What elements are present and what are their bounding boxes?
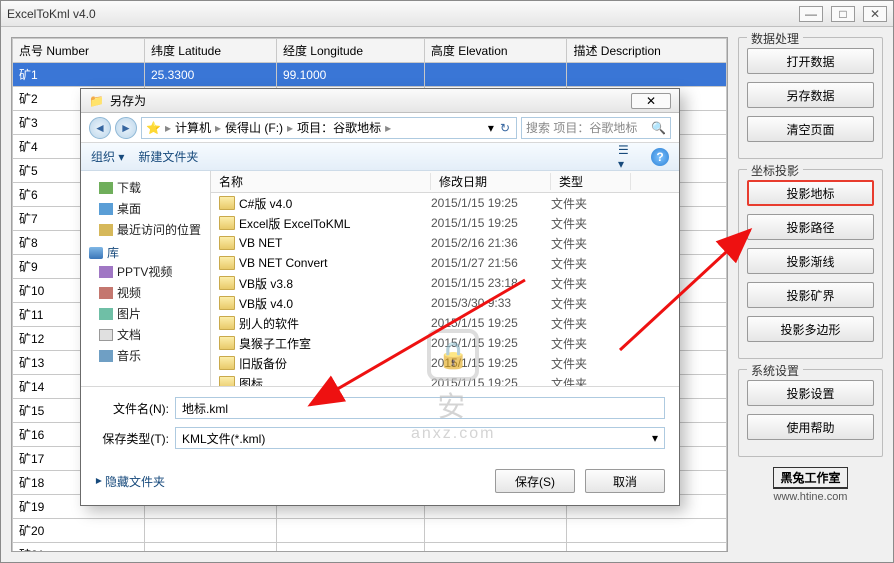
folder-icon: 📁 xyxy=(89,94,104,108)
hide-folders-toggle[interactable]: ▾隐藏文件夹 xyxy=(95,473,165,490)
panel-button[interactable]: 清空页面 xyxy=(747,116,874,142)
file-row[interactable]: 别人的软件2015/1/15 19:25文件夹 xyxy=(211,313,679,333)
filename-label: 文件名(N): xyxy=(95,400,175,417)
panel-button[interactable]: 投影多边形 xyxy=(747,316,874,342)
col-name-header[interactable]: 名称 xyxy=(211,173,431,190)
image-icon xyxy=(99,308,113,320)
folder-tree[interactable]: 下载 桌面 最近访问的位置 库 PPTV视频 视频 图片 文档 音乐 xyxy=(81,171,211,386)
dialog-close-button[interactable]: ✕ xyxy=(631,93,671,109)
right-panel: 数据处理 打开数据另存数据清空页面 坐标投影 投影地标投影路径投影渐线投影矿界投… xyxy=(738,27,893,562)
folder-icon xyxy=(219,276,235,290)
panel-button[interactable]: 投影设置 xyxy=(747,380,874,406)
breadcrumb-seg[interactable]: 项目：谷歌地标 xyxy=(297,119,381,136)
library-icon xyxy=(89,247,103,259)
dialog-titlebar: 📁 另存为 ✕ xyxy=(81,89,679,113)
grid-header[interactable]: 点号 Number xyxy=(13,39,145,63)
table-row[interactable]: 矿20 xyxy=(13,519,727,543)
desktop-icon xyxy=(99,203,113,215)
filename-input[interactable]: 地标.kml xyxy=(175,397,665,419)
filetype-select[interactable]: KML文件(*.kml)▾ xyxy=(175,427,665,449)
grid-header[interactable]: 纬度 Latitude xyxy=(144,39,276,63)
breadcrumb-seg[interactable]: 计算机 xyxy=(175,119,211,136)
nav-back-button[interactable]: ◄ xyxy=(89,117,111,139)
col-type-header[interactable]: 类型 xyxy=(551,173,631,190)
folder-icon xyxy=(219,376,235,386)
recent-icon xyxy=(99,224,113,236)
main-title: ExcelToKml v4.0 xyxy=(7,7,799,21)
folder-icon xyxy=(219,336,235,350)
col-date-header[interactable]: 修改日期 xyxy=(431,173,551,190)
file-row[interactable]: VB版 v4.02015/3/30 9:33文件夹 xyxy=(211,293,679,313)
folder-icon xyxy=(219,356,235,370)
folder-icon xyxy=(219,256,235,270)
panel-button[interactable]: 投影矿界 xyxy=(747,282,874,308)
video-icon xyxy=(99,266,113,278)
breadcrumb-seg[interactable]: 侯得山 (F:) xyxy=(225,119,283,136)
panel-button[interactable]: 投影地标 xyxy=(747,180,874,206)
cancel-button[interactable]: 取消 xyxy=(585,469,665,493)
grid-header[interactable]: 高度 Elevation xyxy=(424,39,567,63)
new-folder-button[interactable]: 新建文件夹 xyxy=(138,148,198,165)
folder-icon xyxy=(219,196,235,210)
help-icon[interactable]: ? xyxy=(651,148,669,166)
group-data-label: 数据处理 xyxy=(747,30,803,47)
grid-header[interactable]: 经度 Longitude xyxy=(276,39,424,63)
group-data: 数据处理 打开数据另存数据清空页面 xyxy=(738,37,883,159)
search-input[interactable]: 搜索 项目：谷歌地标 🔍 xyxy=(521,117,671,139)
dialog-navbar: ◄ ► ⭐ ▸ 计算机▸ 侯得山 (F:)▸ 项目：谷歌地标▸ ▾ ↻ 搜索 项… xyxy=(81,113,679,143)
panel-button[interactable]: 另存数据 xyxy=(747,82,874,108)
organize-menu[interactable]: 组织 ▾ xyxy=(91,148,124,165)
search-icon: 🔍 xyxy=(651,121,666,135)
save-as-dialog: 📁 另存为 ✕ ◄ ► ⭐ ▸ 计算机▸ 侯得山 (F:)▸ 项目：谷歌地标▸ ▾… xyxy=(80,88,680,506)
breadcrumb[interactable]: ⭐ ▸ 计算机▸ 侯得山 (F:)▸ 项目：谷歌地标▸ ▾ ↻ xyxy=(141,117,517,139)
dialog-toolbar: 组织 ▾ 新建文件夹 ☰ ▾ ? xyxy=(81,143,679,171)
file-row[interactable]: VB NET Convert2015/1/27 21:56文件夹 xyxy=(211,253,679,273)
nav-forward-button[interactable]: ► xyxy=(115,117,137,139)
folder-icon xyxy=(219,316,235,330)
dialog-title: 另存为 xyxy=(110,92,146,109)
folder-icon xyxy=(219,236,235,250)
table-row[interactable]: 矿125.330099.1000 xyxy=(13,63,727,87)
download-icon xyxy=(99,182,113,194)
panel-button[interactable]: 打开数据 xyxy=(747,48,874,74)
group-projection-label: 坐标投影 xyxy=(747,162,803,179)
file-row[interactable]: 图标2015/1/15 19:25文件夹 xyxy=(211,373,679,386)
chevron-down-icon: ▾ xyxy=(652,431,658,445)
file-row[interactable]: 旧版备份2015/1/15 19:25文件夹 xyxy=(211,353,679,373)
grid-header[interactable]: 描述 Description xyxy=(567,39,727,63)
minimize-button[interactable]: — xyxy=(799,6,823,22)
file-list[interactable]: 名称 修改日期 类型 C#版 v4.02015/1/15 19:25文件夹Exc… xyxy=(211,171,679,386)
folder-icon xyxy=(219,216,235,230)
file-row[interactable]: 臭猴子工作室2015/1/15 19:25文件夹 xyxy=(211,333,679,353)
save-button[interactable]: 保存(S) xyxy=(495,469,575,493)
group-projection: 坐标投影 投影地标投影路径投影渐线投影矿界投影多边形 xyxy=(738,169,883,359)
main-titlebar: ExcelToKml v4.0 — □ ✕ xyxy=(1,1,893,27)
table-row[interactable]: 矿21 xyxy=(13,543,727,553)
breadcrumb-dropdown-icon[interactable]: ▾ xyxy=(488,121,494,135)
refresh-icon[interactable]: ↻ xyxy=(498,121,512,135)
file-row[interactable]: Excel版 ExcelToKML2015/1/15 19:25文件夹 xyxy=(211,213,679,233)
studio-credit: 黑兔工作室 www.htine.com xyxy=(738,467,883,503)
video-icon xyxy=(99,287,113,299)
panel-button[interactable]: 投影渐线 xyxy=(747,248,874,274)
document-icon xyxy=(99,329,113,341)
file-row[interactable]: VB NET2015/2/16 21:36文件夹 xyxy=(211,233,679,253)
close-button[interactable]: ✕ xyxy=(863,6,887,22)
file-row[interactable]: VB版 v3.82015/1/15 23:18文件夹 xyxy=(211,273,679,293)
panel-button[interactable]: 投影路径 xyxy=(747,214,874,240)
view-mode-button[interactable]: ☰ ▾ xyxy=(617,148,637,166)
panel-button[interactable]: 使用帮助 xyxy=(747,414,874,440)
group-system-label: 系统设置 xyxy=(747,362,803,379)
favorite-icon: ⭐ xyxy=(146,121,161,135)
maximize-button[interactable]: □ xyxy=(831,6,855,22)
filetype-label: 保存类型(T): xyxy=(95,430,175,447)
file-row[interactable]: C#版 v4.02015/1/15 19:25文件夹 xyxy=(211,193,679,213)
group-system: 系统设置 投影设置使用帮助 xyxy=(738,369,883,457)
music-icon xyxy=(99,350,113,362)
folder-icon xyxy=(219,296,235,310)
